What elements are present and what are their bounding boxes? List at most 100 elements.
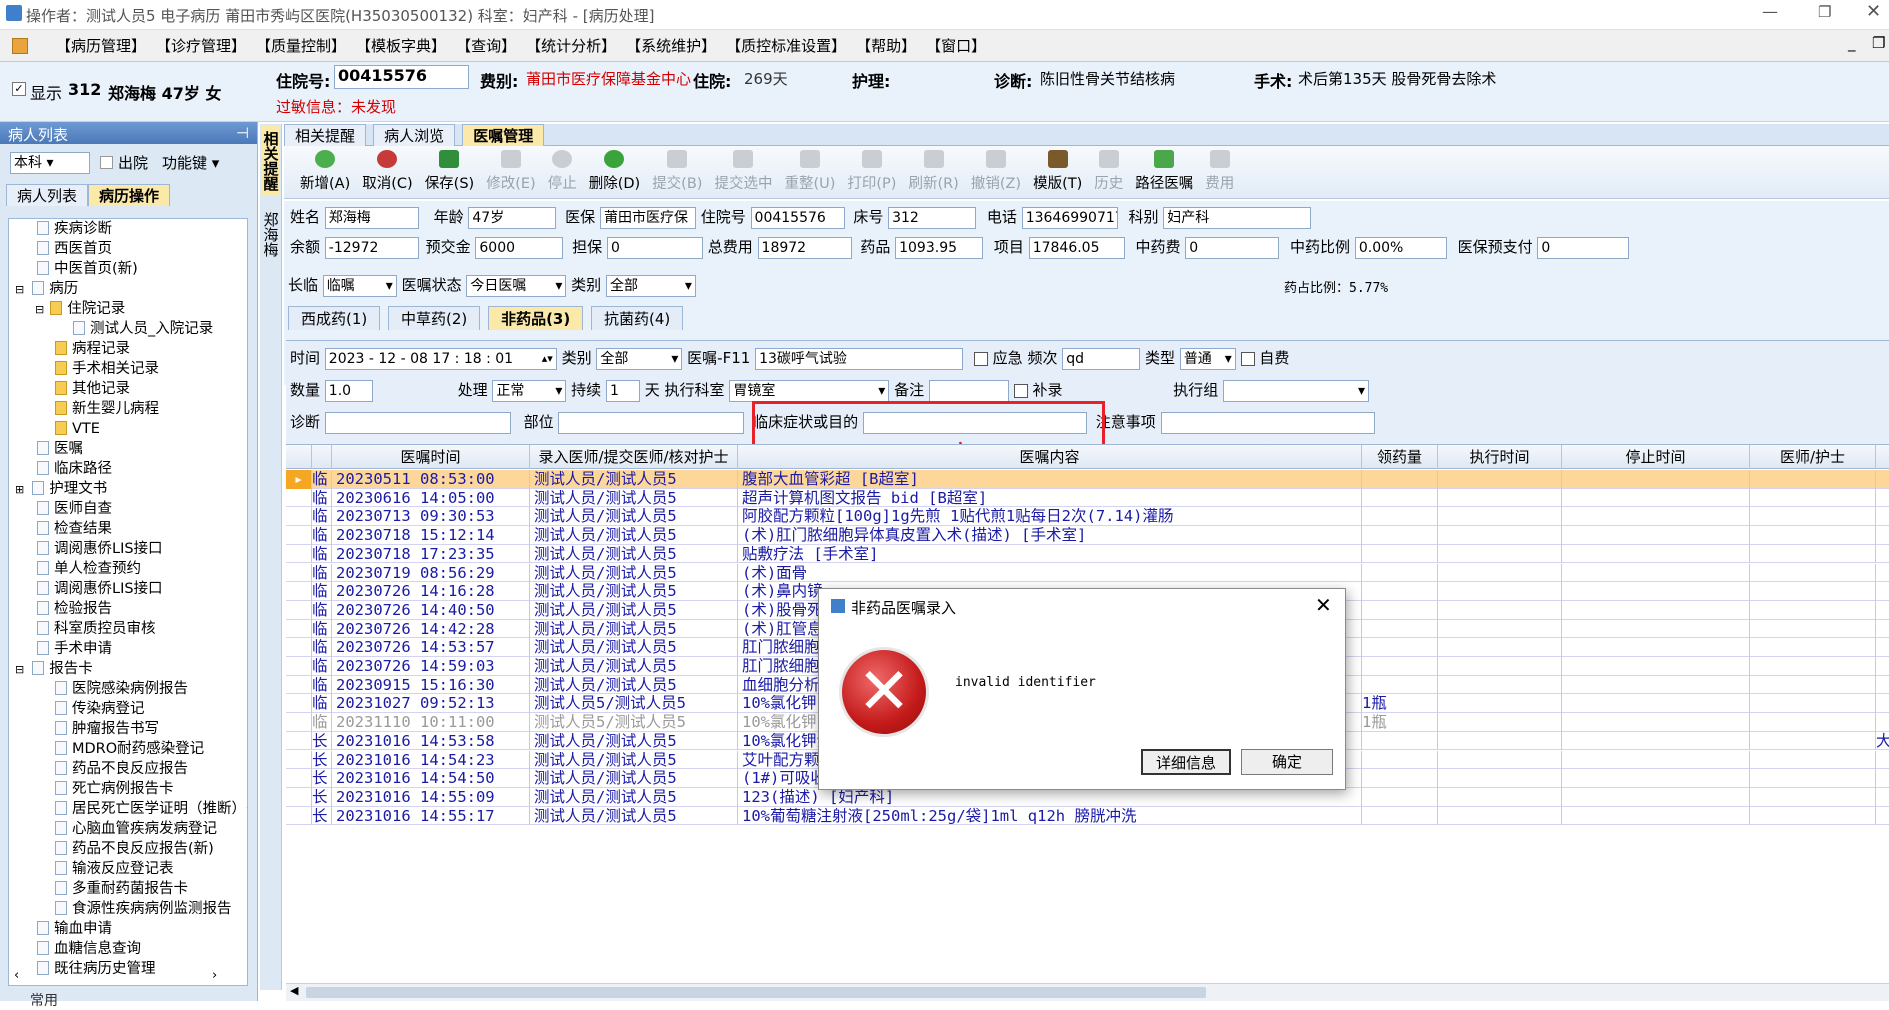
collapse-icon[interactable]: ⊟ (35, 303, 44, 316)
phone-field[interactable]: 13646990717 (1021, 206, 1118, 229)
tree-item[interactable]: 单人检查预约 (9, 559, 247, 579)
revoke-button[interactable]: 撤销(Z) (965, 146, 1027, 198)
tree-hscroll-left-icon[interactable]: ‹ (14, 968, 19, 983)
delete-button[interactable]: 删除(D) (583, 146, 646, 198)
menu-item[interactable]: 【统计分析】 (526, 35, 616, 56)
tree-item[interactable]: 传染病登记 (9, 699, 247, 719)
col-stop-time[interactable]: 停止时间 (1562, 445, 1750, 469)
spinner-icon[interactable]: ▴▾ (542, 349, 553, 369)
table-row[interactable]: 长 20231016 14:55:09 测试人员/测试人员5 123(描述) [妇产科… (286, 787, 1889, 807)
tree-item[interactable]: 调阅惠侨LIS接口 (9, 579, 247, 599)
col-doctor[interactable]: 录入医师/提交医师/核对护士 (530, 445, 738, 469)
tab-patient-list[interactable]: 病人列表 (6, 184, 89, 206)
add-button[interactable]: 新增(A) (294, 146, 356, 198)
exec-dept-select[interactable]: 胃镜室 ▾ (729, 379, 890, 402)
self-pay-checkbox[interactable] (1240, 351, 1255, 366)
scroll-left-icon[interactable]: ◀ (290, 984, 298, 997)
restore-icon[interactable]: ❐ (1818, 3, 1831, 21)
admission-field[interactable]: 00415576 (750, 206, 845, 229)
tree-item[interactable]: 手术相关记录 (9, 359, 247, 379)
collapse-icon[interactable]: ⊟ (15, 283, 24, 296)
dept-field[interactable]: 妇产科 (1163, 206, 1312, 229)
col-order-time[interactable]: 医嘱时间 (332, 445, 530, 469)
scroll-thumb[interactable] (306, 987, 1206, 998)
menu-item[interactable]: 【查询】 (456, 35, 516, 56)
tree-item[interactable]: 医嘱 (9, 439, 247, 459)
tree-item[interactable]: 医师自查 (9, 499, 247, 519)
minimize-icon[interactable]: — (1762, 2, 1778, 21)
dialog-close-icon[interactable]: ✕ (1315, 593, 1332, 617)
category-select[interactable]: 全部 ▾ (605, 274, 696, 297)
tree-item[interactable]: 输液反应登记表 (9, 859, 247, 879)
tab-patient-browse[interactable]: 病人浏览 (373, 124, 456, 146)
table-row[interactable]: 长 20231016 14:55:17 测试人员/测试人员5 10%葡萄糖注射液[25… (286, 806, 1889, 826)
table-row[interactable]: ▸ 临 20230511 08:53:00 测试人员/测试人员5 腹部大血管彩超 [B超… (286, 470, 1889, 489)
insurance-prepay-field[interactable]: 0 (1537, 236, 1630, 259)
menu-item[interactable]: 【模板字典】 (356, 35, 446, 56)
tree-item[interactable]: 中医首页(新) (9, 259, 247, 279)
exec-group-select[interactable]: ▾ (1223, 379, 1370, 402)
common-tab[interactable]: 常用 (30, 990, 58, 1010)
tree-item[interactable]: 输血申请 (9, 919, 247, 939)
body-part-input[interactable] (558, 411, 745, 434)
age-field[interactable]: 47岁 (468, 206, 557, 229)
menu-item[interactable]: 【帮助】 (856, 35, 916, 56)
collapse-icon[interactable]: ⊟ (15, 663, 24, 676)
quantity-stepper[interactable]: 1.0 (324, 379, 373, 402)
dept-select[interactable]: 本科 ▾ (10, 152, 90, 174)
prepaid-field[interactable]: 6000 (475, 236, 564, 259)
submit-selected-button[interactable]: 提交选中 (708, 146, 778, 198)
tab-record-operations[interactable]: 病历操作 (88, 184, 171, 206)
mdi-minimize-icon[interactable]: _ (1848, 34, 1856, 52)
reorganize-button[interactable]: 重整(U) (778, 146, 841, 198)
order-search-input[interactable]: 13碳呼气试验 (755, 347, 964, 370)
total-fee-field[interactable]: 18972 (757, 236, 852, 259)
insurance-field[interactable]: 莆田市医疗保 (599, 206, 696, 229)
item-fee-field[interactable]: 17846.05 (1028, 236, 1125, 259)
tree-item[interactable]: 检验报告 (9, 599, 247, 619)
subtab-non-drug[interactable]: 非药品(3) (488, 306, 584, 330)
tree-item[interactable]: 检查结果 (9, 519, 247, 539)
fee-button[interactable]: 费用 (1199, 146, 1240, 198)
history-button[interactable]: 历史 (1088, 146, 1129, 198)
menu-item[interactable]: 【质控标准设置】 (726, 35, 846, 56)
tree-item[interactable]: 多重耐药菌报告卡 (9, 879, 247, 899)
submit-button[interactable]: 提交(B) (646, 146, 708, 198)
note-input[interactable] (928, 379, 1009, 402)
close-icon[interactable]: ✕ (1866, 1, 1881, 22)
tree-item[interactable]: 手术申请 (9, 639, 247, 659)
tree-item[interactable]: 药品不良反应报告(新) (9, 839, 247, 859)
kind-select[interactable]: 普通 ▾ (1179, 347, 1236, 370)
show-checkbox[interactable]: ✓ (12, 82, 26, 96)
tree-item[interactable]: ⊞ 护理文书 (9, 479, 247, 499)
subtab-western[interactable]: 西成药(1) (288, 306, 381, 330)
tcm-ratio-field[interactable]: 0.00% (1354, 236, 1447, 259)
subtab-antibiotic[interactable]: 抗菌药(4) (591, 306, 684, 330)
pathway-order-button[interactable]: 路径医嘱 (1129, 146, 1199, 198)
tree-item[interactable]: 调阅惠侨LIS接口 (9, 539, 247, 559)
table-row[interactable]: 临 20230718 17:23:35 测试人员/测试人员5 贴敷疗法 [手术室] (286, 544, 1889, 564)
tree-item[interactable]: 其他记录 (9, 379, 247, 399)
tree-item[interactable]: 食源性疾病病例监测报告 (9, 899, 247, 919)
tree-item[interactable]: 西医首页 (9, 239, 247, 259)
drug-fee-field[interactable]: 1093.95 (895, 236, 984, 259)
details-button[interactable]: 详细信息 (1141, 749, 1231, 775)
tree-item[interactable]: 病程记录 (9, 339, 247, 359)
tree-item[interactable]: ⊟ 报告卡 (9, 659, 247, 679)
col-content[interactable]: 医嘱内容 (738, 445, 1362, 469)
menu-item[interactable]: 【质量控制】 (256, 35, 346, 56)
admission-number-field[interactable]: 00415576 (334, 65, 469, 89)
tree-item[interactable]: 临床路径 (9, 459, 247, 479)
tree-item[interactable]: 居民死亡医学证明（推断）书 (9, 799, 247, 819)
tree-item[interactable]: 科室质控员审核 (9, 619, 247, 639)
supplement-checkbox[interactable] (1013, 383, 1028, 398)
tree-item[interactable]: 血糖信息查询 (9, 939, 247, 959)
tree-item[interactable]: 药品不良反应报告 (9, 759, 247, 779)
time-field[interactable]: 2023 - 12 - 08 17 : 18 : 01 ▴▾ (324, 347, 557, 370)
balance-field[interactable]: -12972 (324, 236, 419, 259)
table-row[interactable]: 临 20230718 15:12:14 测试人员/测试人员5 (术)肛门脓细胞异体真皮… (286, 526, 1889, 545)
mdi-restore-icon[interactable]: ❐ (1872, 34, 1885, 52)
tree-item[interactable]: 测试人员_入院记录 (9, 319, 247, 339)
table-row[interactable]: 临 20230719 08:56:29 测试人员/测试人员5 (术)面骨 (286, 563, 1889, 583)
tree-item[interactable]: ⊟ 病历 (9, 279, 247, 299)
